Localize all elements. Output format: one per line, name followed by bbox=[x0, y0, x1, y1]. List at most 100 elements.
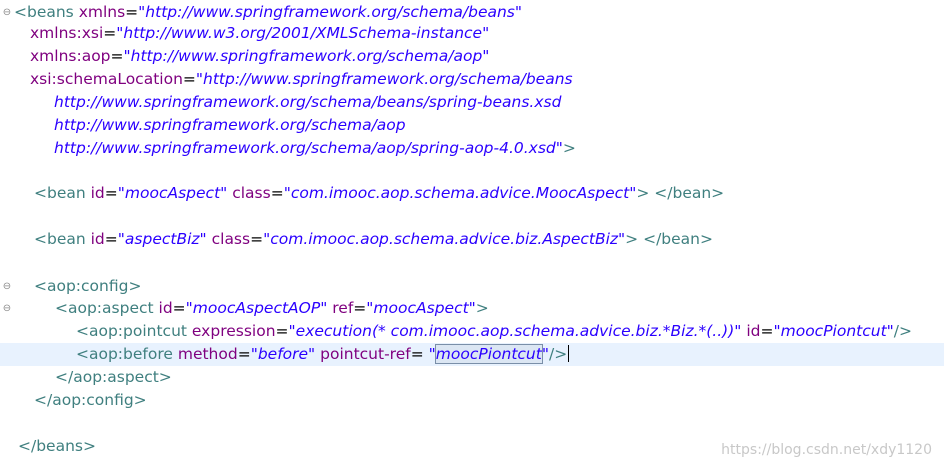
xml-punct: = bbox=[110, 47, 124, 65]
code-text: <bean id="aspectBiz" class="com.imooc.ao… bbox=[34, 228, 713, 251]
code-text: xmlns:aop="http://www.springframework.or… bbox=[30, 45, 489, 68]
xml-value: http://www.springframework.org/schema/ao… bbox=[54, 116, 406, 134]
code-text: <beans xmlns="http://www.springframework… bbox=[14, 1, 522, 24]
xml-value: "http://www.w3.org/2001/XMLSchema-instan… bbox=[116, 24, 490, 42]
xml-value: "moocAspect" bbox=[366, 299, 476, 317]
code-line[interactable]: <bean id="moocAspect" class="com.imooc.a… bbox=[0, 182, 944, 205]
xml-tag: > </bean> bbox=[636, 184, 725, 202]
xml-value: "com.imooc.aop.schema.advice.MoocAspect" bbox=[283, 184, 637, 202]
code-line[interactable]: xsi:schemaLocation="http://www.springfra… bbox=[0, 68, 944, 91]
xml-value: "com.imooc.aop.schema.advice.biz.AspectB… bbox=[263, 230, 626, 248]
xml-punct: = bbox=[125, 3, 139, 21]
xml-tag: </aop:aspect> bbox=[55, 368, 172, 386]
code-line[interactable]: </aop:aspect> bbox=[0, 366, 944, 389]
code-text: <aop:config> bbox=[34, 275, 141, 298]
xml-tag: <aop:before bbox=[76, 345, 178, 363]
code-text: http://www.springframework.org/schema/ao… bbox=[54, 114, 406, 137]
xml-punct: = bbox=[410, 345, 429, 363]
xml-punct: = bbox=[275, 322, 289, 340]
xml-tag: <aop:aspect bbox=[55, 299, 159, 317]
xml-tag: <aop:config> bbox=[34, 277, 142, 295]
code-line[interactable] bbox=[0, 205, 944, 228]
code-line[interactable] bbox=[0, 412, 944, 435]
xml-attribute: xmlns:aop bbox=[30, 47, 111, 65]
code-text: <aop:before method="before" pointcut-ref… bbox=[76, 343, 570, 366]
xml-tag: <beans bbox=[14, 3, 79, 21]
xml-tag: </beans> bbox=[18, 437, 96, 455]
xml-attribute: id bbox=[90, 184, 105, 202]
xml-tag: /> bbox=[893, 322, 913, 340]
fold-toggle-icon[interactable]: ⊖ bbox=[2, 1, 12, 24]
code-line[interactable]: xmlns:aop="http://www.springframework.or… bbox=[0, 45, 944, 68]
code-line[interactable]: ⊖ <beans xmlns="http://www.springframewor… bbox=[0, 1, 944, 24]
xml-attribute: class bbox=[232, 184, 271, 202]
xml-punct: = bbox=[104, 230, 118, 248]
code-text: <aop:pointcut expression="execution(* co… bbox=[76, 320, 912, 343]
xml-value: http://www.springframework.org/schema/be… bbox=[54, 93, 562, 111]
xml-punct: = bbox=[103, 24, 117, 42]
xml-punct: = bbox=[353, 299, 367, 317]
xml-punct: = bbox=[172, 299, 186, 317]
xml-attribute: method bbox=[177, 345, 238, 363]
code-line[interactable]: ⊖ <aop:aspect id="moocAspectAOP" ref="moo… bbox=[0, 297, 944, 320]
code-line[interactable]: xmlns:xsi="http://www.w3.org/2001/XMLSch… bbox=[0, 22, 944, 45]
xml-attribute: id bbox=[90, 230, 105, 248]
code-text: http://www.springframework.org/schema/be… bbox=[54, 91, 561, 114]
xml-tag: /> bbox=[548, 345, 568, 363]
code-line[interactable]: <aop:before method="before" pointcut-ref… bbox=[0, 343, 944, 366]
xml-value: "before" bbox=[250, 345, 316, 363]
xml-punct: = bbox=[182, 70, 196, 88]
xml-attribute: xsi:schemaLocation bbox=[30, 70, 183, 88]
xml-punct: = bbox=[237, 345, 251, 363]
xml-tag: </aop:config> bbox=[34, 391, 147, 409]
text-caret bbox=[568, 345, 570, 362]
code-line[interactable]: http://www.springframework.org/schema/ao… bbox=[0, 137, 944, 160]
xml-editor[interactable]: ⊖ <beans xmlns="http://www.springframewor… bbox=[0, 0, 944, 466]
code-line[interactable] bbox=[0, 252, 944, 275]
xml-tag: <aop:pointcut bbox=[76, 322, 192, 340]
xml-value: "execution(* com.imooc.aop.schema.advice… bbox=[288, 322, 742, 340]
code-text: <aop:aspect id="moocAspectAOP" ref="mooc… bbox=[55, 297, 489, 320]
xml-tag: > bbox=[562, 139, 576, 157]
xml-punct: = bbox=[104, 184, 118, 202]
xml-value: "http://www.springframework.org/schema/b… bbox=[138, 3, 523, 21]
code-line[interactable]: http://www.springframework.org/schema/be… bbox=[0, 91, 944, 114]
code-line[interactable]: http://www.springframework.org/schema/ao… bbox=[0, 114, 944, 137]
code-text: </beans> bbox=[18, 435, 96, 458]
selected-text[interactable]: moocPiontcut bbox=[434, 344, 543, 364]
xml-punct: = bbox=[250, 230, 264, 248]
code-line[interactable]: ⊖ <aop:config> bbox=[0, 275, 944, 298]
code-line[interactable]: <aop:pointcut expression="execution(* co… bbox=[0, 320, 944, 343]
watermark: https://blog.csdn.net/xdy1120 bbox=[721, 442, 932, 458]
code-line[interactable]: <bean id="aspectBiz" class="com.imooc.ao… bbox=[0, 228, 944, 251]
xml-punct: = bbox=[270, 184, 284, 202]
xml-value: "http://www.springframework.org/schema/b… bbox=[195, 70, 573, 88]
xml-value: "moocAspect" bbox=[117, 184, 228, 202]
xml-value: "moocPiontcut" bbox=[773, 322, 894, 340]
xml-tag: <bean bbox=[34, 230, 91, 248]
xml-value: "aspectBiz" bbox=[117, 230, 207, 248]
xml-attribute: xmlns:xsi bbox=[30, 24, 104, 42]
xml-tag: > </bean> bbox=[625, 230, 713, 248]
fold-toggle-icon[interactable]: ⊖ bbox=[2, 275, 12, 298]
code-text: http://www.springframework.org/schema/ao… bbox=[54, 137, 576, 160]
code-line[interactable]: </aop:config> bbox=[0, 389, 944, 412]
xml-attribute: class bbox=[211, 230, 251, 248]
xml-value: " bbox=[541, 345, 549, 363]
xml-value: " bbox=[428, 345, 436, 363]
code-text: xsi:schemaLocation="http://www.springfra… bbox=[30, 68, 573, 91]
code-text: xmlns:xsi="http://www.w3.org/2001/XMLSch… bbox=[30, 22, 489, 45]
xml-value: "moocAspectAOP" bbox=[185, 299, 328, 317]
code-line[interactable] bbox=[0, 160, 944, 183]
fold-toggle-icon[interactable]: ⊖ bbox=[2, 297, 12, 320]
xml-value: "http://www.springframework.org/schema/a… bbox=[123, 47, 490, 65]
xml-attribute: pointcut-ref bbox=[320, 345, 411, 363]
code-text: </aop:aspect> bbox=[55, 366, 172, 389]
xml-punct: = bbox=[760, 322, 774, 340]
xml-attribute: xmlns bbox=[78, 3, 126, 21]
xml-tag: > bbox=[475, 299, 489, 317]
xml-attribute: id bbox=[158, 299, 173, 317]
xml-attribute: ref bbox=[332, 299, 354, 317]
xml-attribute: id bbox=[746, 322, 761, 340]
code-text: <bean id="moocAspect" class="com.imooc.a… bbox=[34, 182, 724, 205]
